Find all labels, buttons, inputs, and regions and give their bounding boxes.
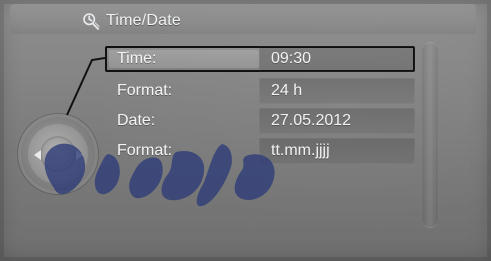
setting-row-time-format[interactable]: Format: 24 h: [105, 78, 415, 104]
idrive-screen: Time/Date Time: 09:30 Format: 24 h Date:…: [0, 0, 491, 261]
header-title-group: Time/Date: [82, 12, 181, 30]
page-title: Time/Date: [106, 12, 182, 29]
setting-label: Format:: [117, 142, 173, 159]
arrow-right-icon[interactable]: [76, 150, 83, 160]
header-bar: Time/Date: [10, 4, 476, 34]
setting-label: Date:: [117, 112, 156, 129]
controller-knob-center[interactable]: [40, 136, 76, 172]
setting-value-box: 24 h: [259, 78, 415, 104]
setting-row-time[interactable]: Time: 09:30: [105, 46, 415, 72]
setting-value: tt.mm.jjjj: [271, 142, 330, 159]
setting-label: Format:: [117, 82, 173, 99]
setting-value: 27.05.2012: [271, 112, 352, 129]
time-date-menu: Time: 09:30 Format: 24 h Date: 27.05.201…: [105, 46, 415, 176]
controller-knob[interactable]: [18, 114, 98, 194]
setting-value-box: 09:30: [259, 46, 415, 72]
setting-value: 09:30: [271, 50, 312, 67]
setting-row-date[interactable]: Date: 27.05.2012: [105, 108, 415, 134]
setting-row-date-format[interactable]: Format: tt.mm.jjjj: [105, 138, 415, 164]
setting-label: Time:: [117, 50, 157, 67]
scroll-track[interactable]: [421, 42, 439, 228]
clock-settings-icon: [82, 12, 100, 30]
setting-value-box: 27.05.2012: [259, 108, 415, 134]
setting-value-box: tt.mm.jjjj: [259, 138, 415, 164]
arrow-left-icon[interactable]: [34, 150, 41, 160]
setting-value: 24 h: [271, 82, 303, 99]
